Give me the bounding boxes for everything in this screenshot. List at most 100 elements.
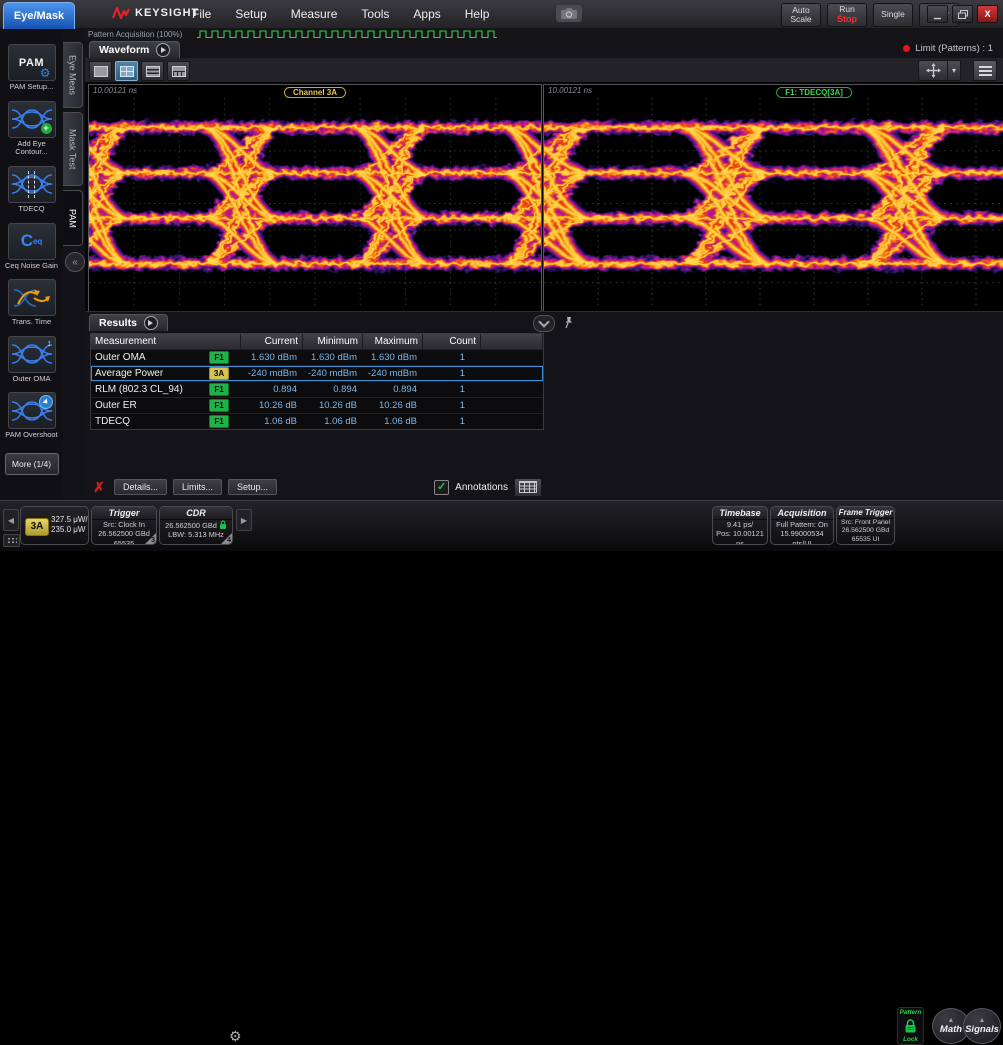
source-badge: F1 <box>209 383 229 396</box>
keysight-spark-icon <box>112 6 130 20</box>
sidebar-item-trans-time[interactable]: Trans. Time <box>1 279 63 327</box>
tab-pam[interactable]: PAM <box>63 190 83 246</box>
restore-button[interactable] <box>952 5 973 23</box>
sidebar-item-pam-overshoot[interactable]: PAM Overshoot <box>1 392 63 440</box>
results-footer-button[interactable]: Details... <box>114 479 167 495</box>
pan-tool-dropdown[interactable]: ▾ <box>948 60 961 81</box>
eye-panel-f1-tdecq[interactable]: 10.00121 ns F1: TDECQ[3A] <box>543 84 1003 312</box>
cdr-panel[interactable]: CDR 26.562500 GBd LBW: 5.313 MHz 4 <box>159 506 233 545</box>
current-value: 0.894 <box>241 384 303 395</box>
display-toolbar: ▾ <box>85 58 1003 83</box>
results-footer: ✗ Details... Limits... Setup... ✓ Annota… <box>90 477 542 497</box>
table-row[interactable]: Outer OMA F1 1.630 dBm 1.630 dBm 1.630 d… <box>91 349 543 365</box>
channel-badge[interactable]: 3A <box>25 518 49 536</box>
overshoot-badge-icon <box>39 395 53 409</box>
table-row[interactable]: Average Power 3A -240 mdBm -240 mdBm -24… <box>91 365 543 381</box>
table-layout-button[interactable] <box>514 478 542 497</box>
measurement-name: Average Power <box>91 368 209 379</box>
camera-icon <box>561 8 577 19</box>
tab-waveform[interactable]: Waveform <box>89 41 180 58</box>
menu-item[interactable]: Setup <box>235 7 266 21</box>
pattern-acquisition-label: Pattern Acquisition (100%) <box>88 30 182 39</box>
menu-item[interactable]: Tools <box>361 7 389 21</box>
pan-tool-button[interactable] <box>918 60 948 81</box>
panel-timebase-readout: 10.00121 ns <box>93 86 137 95</box>
single-button[interactable]: Single <box>873 3 913 27</box>
annotations-control: ✓ Annotations <box>434 478 542 497</box>
table-row[interactable]: RLM (802.3 CL_94) F1 0.894 0.894 0.894 1 <box>91 381 543 397</box>
layout-buttons <box>89 61 190 81</box>
layout-split-button[interactable] <box>167 61 190 81</box>
window-controls: ▁ X <box>927 5 998 23</box>
results-footer-button[interactable]: Setup... <box>228 479 277 495</box>
timebase-panel[interactable]: Timebase 9.41 ps/ Pos: 10.00121 ns <box>712 506 768 545</box>
close-button[interactable]: X <box>977 5 998 23</box>
settings-gear-icon[interactable]: ⚙ <box>229 1029 242 1043</box>
layout-single-icon <box>94 66 108 77</box>
run-stop-button[interactable]: Run Stop <box>827 3 867 27</box>
auto-scale-button[interactable]: Auto Scale <box>781 3 821 27</box>
annotations-checkbox[interactable]: ✓ <box>434 480 449 495</box>
table-row[interactable]: TDECQ F1 1.06 dB 1.06 dB 1.06 dB 1 <box>91 413 543 429</box>
function-label-chip[interactable]: F1: TDECQ[3A] <box>776 87 852 98</box>
pin-icon <box>563 316 574 329</box>
current-value: -240 mdBm <box>241 368 303 379</box>
eye-mask-mode-tab[interactable]: Eye/Mask <box>3 2 75 29</box>
scroll-left-button[interactable]: ◀ <box>3 509 19 531</box>
sidebar-item-ceq-noise-gain[interactable]: Ceq Ceq Noise Gain <box>1 223 63 271</box>
results-pin-button[interactable] <box>561 315 575 330</box>
pam4-eye-diagram <box>89 98 541 309</box>
source-badge: 3A <box>209 367 229 380</box>
acquisition-panel[interactable]: Acquisition Full Pattern: On 15.99000534… <box>770 506 834 545</box>
display-menu-button[interactable] <box>973 60 997 81</box>
measurement-sidebar: PAM⚙ PAM Setup... + Add Eye Contour... T… <box>0 28 63 500</box>
source-badge: F1 <box>209 415 229 428</box>
tab-mask-test[interactable]: Mask Test <box>63 112 83 186</box>
acquisition-squarewave-icon <box>197 29 497 40</box>
tab-results[interactable]: Results <box>89 314 168 331</box>
sidebar-item-tdecq[interactable]: TDECQ <box>1 166 63 214</box>
layout-rows-button[interactable] <box>141 61 164 81</box>
add-plus-icon: + <box>41 123 52 134</box>
channel-grid-button[interactable] <box>3 534 20 547</box>
channel-power-1: 327.5 μW/ <box>51 515 88 525</box>
layout-grid-button[interactable] <box>115 61 138 81</box>
minimum-value: 1.630 dBm <box>303 352 363 363</box>
category-tabs: Eye Meas Mask Test PAM « <box>63 28 85 500</box>
menu-item[interactable]: Help <box>465 7 490 21</box>
menu-item[interactable]: Measure <box>291 7 338 21</box>
results-play-icon[interactable] <box>144 316 158 330</box>
display-tab-row: Waveform Limit (Patterns) : 1 <box>85 41 1003 58</box>
sidebar-item-pam-setup[interactable]: PAM⚙ PAM Setup... <box>1 44 63 92</box>
delete-measurement-button[interactable]: ✗ <box>90 479 108 496</box>
signals-button[interactable]: ▲ Signals <box>963 1008 1001 1044</box>
sidebar-item-outer-oma[interactable]: ↕ Outer OMA <box>1 336 63 384</box>
sidebar-item-add-eye-contour[interactable]: + Add Eye Contour... <box>1 101 63 157</box>
scroll-right-button[interactable]: ▶ <box>236 509 252 531</box>
table-row[interactable]: Outer ER F1 10.26 dB 10.26 dB 10.26 dB 1 <box>91 397 543 413</box>
waveform-play-icon[interactable] <box>156 43 170 57</box>
layout-rows-icon <box>146 66 160 77</box>
count-value: 1 <box>423 352 481 363</box>
eye-panel-channel-3a[interactable]: 10.00121 ns Channel 3A <box>88 84 542 312</box>
brand-name: KEYSIGHT <box>135 7 199 19</box>
layout-single-button[interactable] <box>89 61 112 81</box>
results-collapse-button[interactable] <box>533 315 555 332</box>
more-measurements-button[interactable]: More (1/4) <box>5 453 59 475</box>
menu-item[interactable]: File <box>192 7 211 21</box>
pan-arrows-icon <box>926 63 941 78</box>
menu-item[interactable]: Apps <box>413 7 440 21</box>
minimize-button[interactable]: ▁ <box>927 5 948 23</box>
channel-3a-panel[interactable]: 3A 327.5 μW/ 235.0 μW <box>20 506 89 545</box>
results-footer-button[interactable]: Limits... <box>173 479 222 495</box>
sidebar-collapse-button[interactable]: « <box>65 252 85 272</box>
keysight-logo: KEYSIGHT <box>112 6 199 20</box>
source-badge: F1 <box>209 351 229 364</box>
frame-trigger-panel[interactable]: Frame Trigger Src: Front Panel 26.562500… <box>836 506 895 545</box>
tab-eye-meas[interactable]: Eye Meas <box>63 42 83 108</box>
trigger-panel[interactable]: Trigger Src: Clock In 26.562500 GBd 6553… <box>91 506 157 545</box>
maximum-value: 10.26 dB <box>363 400 423 411</box>
channel-label-chip[interactable]: Channel 3A <box>284 87 346 98</box>
pattern-acquisition-bar: Pattern Acquisition (100%) <box>85 28 1003 41</box>
screenshot-button[interactable] <box>556 5 582 22</box>
